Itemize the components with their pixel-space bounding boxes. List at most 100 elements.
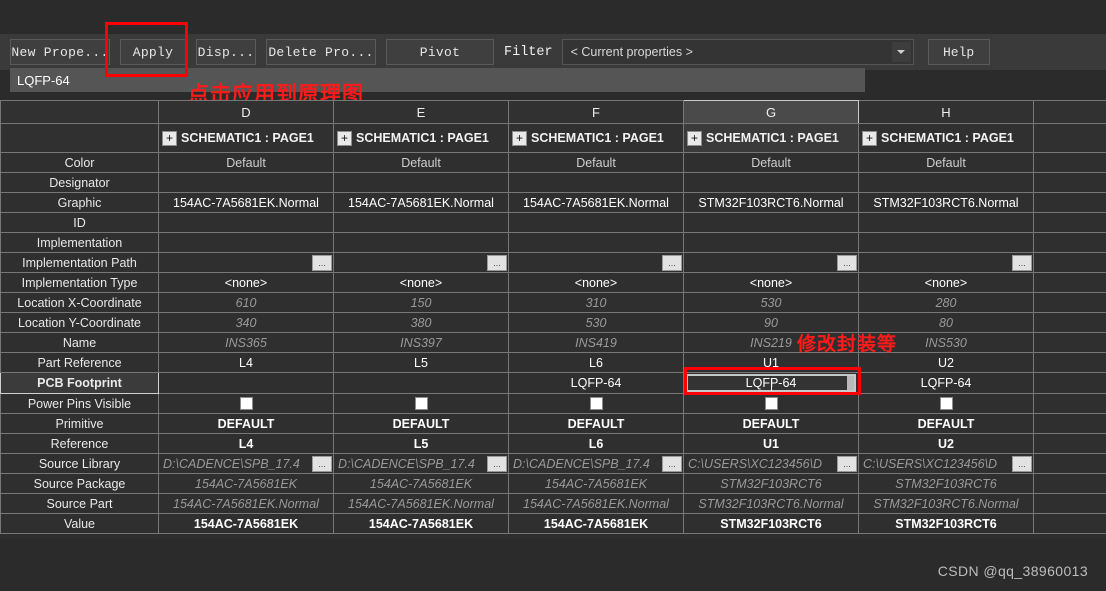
- cell-f-15[interactable]: D:\CADENCE\SPB_17.4...: [508, 453, 684, 474]
- column-page-e[interactable]: + SCHEMATIC1 : PAGE1: [333, 123, 509, 153]
- row-label-color[interactable]: Color: [0, 152, 159, 173]
- cell-g-18[interactable]: STM32F103RCT6: [683, 513, 859, 534]
- cell-e-10[interactable]: L5: [333, 352, 509, 373]
- cell-f-13[interactable]: DEFAULT: [508, 413, 684, 434]
- cell-h-6[interactable]: <none>: [858, 272, 1034, 293]
- cell-f-18[interactable]: 154AC-7A5681EK: [508, 513, 684, 534]
- cell-g-7[interactable]: 530: [683, 292, 859, 313]
- cell-e-17[interactable]: 154AC-7A5681EK.Normal: [333, 493, 509, 514]
- cell-d-6[interactable]: <none>: [158, 272, 334, 293]
- cell-g-2[interactable]: STM32F103RCT6.Normal: [683, 192, 859, 213]
- expand-icon[interactable]: +: [862, 130, 877, 146]
- cell-e-8[interactable]: 380: [333, 312, 509, 333]
- cell-g-16[interactable]: STM32F103RCT6: [683, 473, 859, 494]
- row-label-location-x-coordinate[interactable]: Location X-Coordinate: [0, 292, 159, 313]
- browse-button[interactable]: ...: [1012, 255, 1032, 271]
- cell-h-13[interactable]: DEFAULT: [858, 413, 1034, 434]
- chevron-down-icon[interactable]: [891, 42, 911, 62]
- cell-f-7[interactable]: 310: [508, 292, 684, 313]
- display-button[interactable]: Disp...: [196, 39, 256, 65]
- expand-icon[interactable]: +: [337, 130, 352, 146]
- cell-d-8[interactable]: 340: [158, 312, 334, 333]
- row-label-primitive[interactable]: Primitive: [0, 413, 159, 434]
- filter-dropdown[interactable]: < Current properties >: [561, 39, 914, 65]
- cell-d-17[interactable]: 154AC-7A5681EK.Normal: [158, 493, 334, 514]
- row-label-source-part[interactable]: Source Part: [0, 493, 159, 514]
- cell-e-16[interactable]: 154AC-7A5681EK: [333, 473, 509, 494]
- row-label-value[interactable]: Value: [0, 513, 159, 534]
- cell-h-16[interactable]: STM32F103RCT6: [858, 473, 1034, 494]
- cell-f-12[interactable]: [508, 393, 684, 414]
- browse-button[interactable]: ...: [837, 255, 857, 271]
- column-page-g[interactable]: + SCHEMATIC1 : PAGE1: [683, 123, 859, 153]
- row-label-implementation[interactable]: Implementation: [0, 232, 159, 253]
- cell-h-11[interactable]: LQFP-64: [858, 372, 1034, 394]
- row-label-implementation-type[interactable]: Implementation Type: [0, 272, 159, 293]
- cell-e-1[interactable]: [333, 172, 509, 193]
- checkbox[interactable]: [764, 397, 778, 410]
- column-page-h[interactable]: + SCHEMATIC1 : PAGE1: [858, 123, 1034, 153]
- cell-f-0[interactable]: Default: [508, 152, 684, 173]
- cell-e-6[interactable]: <none>: [333, 272, 509, 293]
- cell-d-5[interactable]: ...: [158, 252, 334, 273]
- help-button[interactable]: Help: [927, 39, 990, 65]
- formula-edit-bar[interactable]: LQFP-64: [10, 68, 865, 92]
- cell-g-15[interactable]: C:\USERS\XC123456\D...: [683, 453, 859, 474]
- checkbox[interactable]: [939, 397, 953, 410]
- cell-f-9[interactable]: INS419: [508, 332, 684, 353]
- cell-d-12[interactable]: [158, 393, 334, 414]
- cell-e-0[interactable]: Default: [333, 152, 509, 173]
- cell-f-11[interactable]: LQFP-64: [508, 372, 684, 394]
- cell-f-17[interactable]: 154AC-7A5681EK.Normal: [508, 493, 684, 514]
- cell-d-1[interactable]: [158, 172, 334, 193]
- cell-e-15[interactable]: D:\CADENCE\SPB_17.4...: [333, 453, 509, 474]
- cell-g-0[interactable]: Default: [683, 152, 859, 173]
- column-page-f[interactable]: + SCHEMATIC1 : PAGE1: [508, 123, 684, 153]
- cell-f-16[interactable]: 154AC-7A5681EK: [508, 473, 684, 494]
- cell-f-1[interactable]: [508, 172, 684, 193]
- column-header-h[interactable]: H: [858, 100, 1034, 124]
- cell-d-4[interactable]: [158, 232, 334, 253]
- cell-f-4[interactable]: [508, 232, 684, 253]
- cell-e-4[interactable]: [333, 232, 509, 253]
- cell-g-6[interactable]: <none>: [683, 272, 859, 293]
- row-label-location-y-coordinate[interactable]: Location Y-Coordinate: [0, 312, 159, 333]
- cell-e-7[interactable]: 150: [333, 292, 509, 313]
- browse-button[interactable]: ...: [1012, 456, 1032, 472]
- row-label-implementation-path[interactable]: Implementation Path: [0, 252, 159, 273]
- cell-f-8[interactable]: 530: [508, 312, 684, 333]
- browse-button[interactable]: ...: [662, 255, 682, 271]
- checkbox[interactable]: [239, 397, 253, 410]
- new-property-button[interactable]: New Prope...: [10, 39, 110, 65]
- browse-button[interactable]: ...: [312, 255, 332, 271]
- cell-g-13[interactable]: DEFAULT: [683, 413, 859, 434]
- expand-icon[interactable]: +: [687, 130, 702, 146]
- cell-h-14[interactable]: U2: [858, 433, 1034, 454]
- cell-h-4[interactable]: [858, 232, 1034, 253]
- cell-e-11[interactable]: [333, 372, 509, 394]
- cell-g-14[interactable]: U1: [683, 433, 859, 454]
- browse-button[interactable]: ...: [487, 456, 507, 472]
- cell-scrollbar[interactable]: [847, 376, 854, 390]
- column-header-e[interactable]: E: [333, 100, 509, 124]
- cell-g-4[interactable]: [683, 232, 859, 253]
- column-header-d[interactable]: D: [158, 100, 334, 124]
- cell-d-16[interactable]: 154AC-7A5681EK: [158, 473, 334, 494]
- cell-h-1[interactable]: [858, 172, 1034, 193]
- cell-d-7[interactable]: 610: [158, 292, 334, 313]
- row-label-source-package[interactable]: Source Package: [0, 473, 159, 494]
- cell-h-17[interactable]: STM32F103RCT6.Normal: [858, 493, 1034, 514]
- cell-f-2[interactable]: 154AC-7A5681EK.Normal: [508, 192, 684, 213]
- browse-button[interactable]: ...: [487, 255, 507, 271]
- cell-d-11[interactable]: [158, 372, 334, 394]
- row-label-id[interactable]: ID: [0, 212, 159, 233]
- browse-button[interactable]: ...: [837, 456, 857, 472]
- row-label-name[interactable]: Name: [0, 332, 159, 353]
- row-label-graphic[interactable]: Graphic: [0, 192, 159, 213]
- column-page-d[interactable]: + SCHEMATIC1 : PAGE1: [158, 123, 334, 153]
- cell-h-7[interactable]: 280: [858, 292, 1034, 313]
- row-label-reference[interactable]: Reference: [0, 433, 159, 454]
- cell-h-18[interactable]: STM32F103RCT6: [858, 513, 1034, 534]
- delete-property-button[interactable]: Delete Pro...: [266, 39, 376, 65]
- cell-e-5[interactable]: ...: [333, 252, 509, 273]
